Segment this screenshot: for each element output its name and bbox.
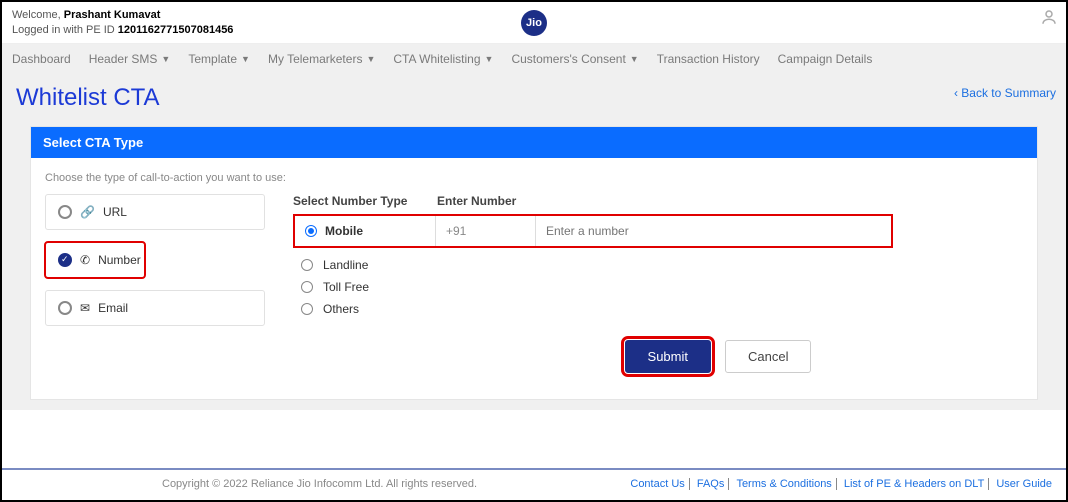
number-type-others-row[interactable]: Others: [301, 302, 1023, 316]
page-title: Whitelist CTA: [16, 84, 160, 112]
logged-in-prefix: Logged in with PE ID: [12, 24, 118, 36]
phone-number-input[interactable]: [546, 224, 891, 238]
radio-mobile[interactable]: [305, 225, 317, 237]
radio-icon: [58, 205, 72, 219]
profile-icon[interactable]: [1040, 8, 1058, 29]
main-nav: Dashboard Header SMS▼ Template▼ My Telem…: [2, 44, 1066, 74]
link-icon: 🔗: [80, 205, 95, 219]
submit-button[interactable]: Submit: [625, 340, 711, 373]
cta-option-email[interactable]: ✉ Email: [45, 290, 265, 326]
cancel-button[interactable]: Cancel: [725, 340, 811, 373]
chevron-down-icon: ▼: [366, 54, 375, 64]
chevron-down-icon: ▼: [485, 54, 494, 64]
nav-transaction-history[interactable]: Transaction History: [657, 52, 760, 66]
cta-option-label: URL: [103, 205, 127, 219]
cta-option-url[interactable]: 🔗 URL: [45, 194, 265, 230]
chevron-down-icon: ▼: [630, 54, 639, 64]
footer-link-user-guide[interactable]: User Guide: [992, 478, 1056, 490]
mobile-input-row: Mobile +91: [293, 214, 893, 248]
number-type-tollfree-row[interactable]: Toll Free: [301, 280, 1023, 294]
number-type-landline-row[interactable]: Landline: [301, 258, 1023, 272]
number-type-mobile[interactable]: Mobile: [325, 224, 363, 238]
country-code: +91: [435, 216, 535, 246]
nav-header-sms[interactable]: Header SMS▼: [89, 52, 171, 66]
nav-cta-whitelisting[interactable]: CTA Whitelisting▼: [393, 52, 493, 66]
nav-customers-consent[interactable]: Customers's Consent▼: [511, 52, 638, 66]
footer-link-terms[interactable]: Terms & Conditions: [732, 478, 836, 490]
radio-icon: [58, 301, 72, 315]
envelope-icon: ✉: [80, 301, 90, 315]
nav-dashboard[interactable]: Dashboard: [12, 52, 71, 66]
card-hint: Choose the type of call-to-action you wa…: [45, 168, 1023, 194]
select-number-type-label: Select Number Type: [293, 194, 423, 208]
cta-option-label: Number: [98, 253, 141, 267]
back-to-summary-link[interactable]: ‹ Back to Summary: [954, 86, 1056, 100]
footer-link-pe-headers[interactable]: List of PE & Headers on DLT: [840, 478, 989, 490]
nav-template[interactable]: Template▼: [188, 52, 250, 66]
radio-checked-icon: [58, 253, 72, 267]
cta-option-label: Email: [98, 301, 128, 315]
footer-link-contact[interactable]: Contact Us: [626, 478, 689, 490]
radio-landline[interactable]: [301, 259, 313, 271]
footer-copyright: Copyright © 2022 Reliance Jio Infocomm L…: [12, 478, 477, 490]
chevron-down-icon: ▼: [161, 54, 170, 64]
footer-link-faqs[interactable]: FAQs: [693, 478, 730, 490]
cta-option-number[interactable]: ✆ Number: [45, 242, 145, 278]
phone-icon: ✆: [80, 253, 90, 267]
welcome-prefix: Welcome,: [12, 9, 64, 21]
user-name: Prashant Kumavat: [64, 9, 161, 21]
nav-campaign-details[interactable]: Campaign Details: [778, 52, 873, 66]
pe-id: 1201162771507081456: [118, 24, 234, 36]
nav-my-telemarketers[interactable]: My Telemarketers▼: [268, 52, 375, 66]
radio-others[interactable]: [301, 303, 313, 315]
jio-logo: Jio: [521, 10, 547, 36]
radio-tollfree[interactable]: [301, 281, 313, 293]
enter-number-label: Enter Number: [437, 194, 516, 208]
card-header: Select CTA Type: [31, 127, 1037, 158]
chevron-down-icon: ▼: [241, 54, 250, 64]
footer-links: Contact Us FAQs Terms & Conditions List …: [626, 478, 1056, 490]
